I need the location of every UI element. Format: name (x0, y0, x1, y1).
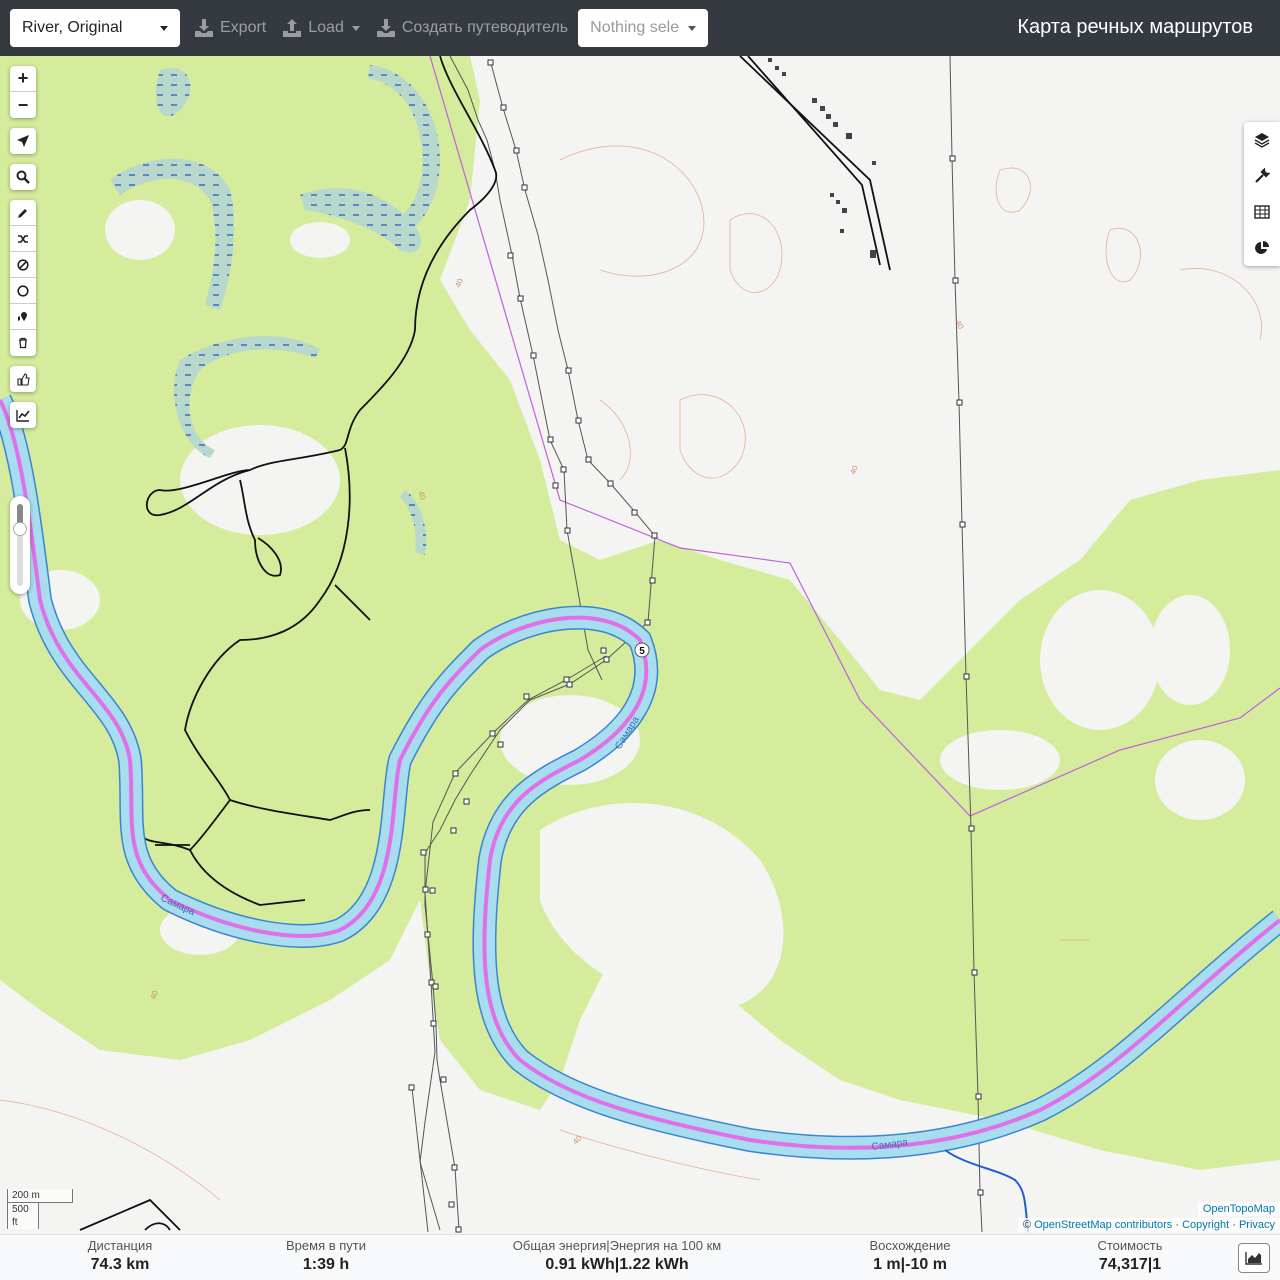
waypoint-number: 5 (639, 646, 645, 657)
download-icon (376, 19, 395, 37)
area-chart-icon (1245, 1252, 1262, 1265)
delete-route-button[interactable] (10, 330, 36, 356)
selection-dropdown[interactable]: Nothing sele (578, 9, 709, 47)
right-sidebar-tabs (1244, 122, 1280, 266)
export-button[interactable]: Export (186, 9, 274, 47)
circle-tool-button[interactable] (10, 278, 36, 304)
top-navbar: River, Original Export Load Создать путе… (0, 0, 1280, 56)
distance-label: Дистанция (87, 1238, 153, 1253)
energy-value: 0.91 kWh|1.22 kWh (545, 1256, 689, 1273)
settings-tab[interactable] (1244, 158, 1280, 194)
search-control (10, 164, 36, 190)
elevation-button[interactable] (10, 402, 36, 428)
ascent-value: 1 m|-10 m (873, 1256, 947, 1273)
reverse-route-button[interactable] (10, 226, 36, 252)
draw-route-button[interactable] (10, 200, 36, 226)
ban-icon (17, 258, 29, 271)
create-guide-label: Создать путеводитель (401, 19, 569, 36)
chevron-down-icon (688, 25, 697, 31)
energy-label: Общая энергия|Энергия на 100 км (512, 1238, 722, 1253)
chevron-down-icon (160, 25, 168, 31)
zoom-control: + − (10, 66, 36, 118)
copyright-link[interactable]: Copyright (1182, 1219, 1229, 1231)
locate-button[interactable] (10, 128, 36, 154)
map-tiles: Самара Самара Самара 40 40 40 40 40 40 5 (0, 56, 1280, 1234)
locate-control (10, 128, 36, 154)
poi-tool-button[interactable] (10, 304, 36, 330)
delete-point-button[interactable] (10, 252, 36, 278)
shuffle-icon (18, 234, 28, 243)
wrench-icon (1255, 168, 1270, 183)
route-stats-bar: Дистанция 74.3 km Время в пути 1:39 h Об… (0, 1234, 1280, 1280)
pie-chart-icon (1255, 241, 1269, 254)
create-guide-button[interactable]: Создать путеводитель (368, 9, 576, 47)
upload-icon (283, 19, 302, 37)
stats-tab[interactable] (1244, 230, 1280, 266)
load-button[interactable]: Load (274, 9, 368, 47)
circle-icon (17, 284, 29, 297)
layers-tab[interactable] (1244, 122, 1280, 158)
draw-toolbar (10, 200, 36, 356)
separator: · (1232, 1219, 1236, 1231)
table-tab[interactable] (1244, 194, 1280, 230)
time-label: Время в пути (286, 1238, 366, 1253)
table-icon (1254, 205, 1270, 219)
pencil-icon (18, 208, 27, 218)
waypoint-marker[interactable]: 5 (634, 642, 650, 658)
ascent-label: Восхождение (869, 1238, 951, 1253)
scale-bar: 200 m 500 ft (7, 1189, 73, 1229)
search-icon (16, 170, 30, 184)
cost-stat: Стоимость 74,317|1 (1070, 1238, 1190, 1276)
map-marker-icon (18, 311, 27, 321)
zoom-out-button[interactable]: − (10, 92, 36, 118)
selection-placeholder: Nothing sele (590, 19, 680, 36)
separator: · (1175, 1219, 1179, 1231)
profile-select[interactable]: River, Original (10, 9, 180, 47)
map-canvas[interactable]: Самара Самара Самара 40 40 40 40 40 40 5… (0, 56, 1280, 1234)
distance-stat: Дистанция 74.3 km (60, 1238, 180, 1276)
download-icon (195, 19, 213, 37)
cost-label: Стоимость (1097, 1238, 1163, 1253)
profile-select-value: River, Original (22, 19, 123, 36)
export-label: Export (220, 19, 267, 36)
feedback-button[interactable] (10, 366, 36, 392)
chevron-down-icon (351, 25, 360, 31)
attribution: © OpenStreetMap contributors · Copyright… (1017, 1218, 1280, 1232)
opacity-slider[interactable] (10, 496, 30, 594)
opentopomap-link[interactable]: OpenTopoMap (1203, 1203, 1275, 1215)
osm-link[interactable]: OpenStreetMap contributors (1034, 1219, 1172, 1231)
cost-value: 74,317|1 (1098, 1256, 1162, 1273)
thumbs-up-icon (16, 372, 30, 386)
layer-attribution: OpenTopoMap (1197, 1202, 1280, 1216)
slider-track (13, 504, 27, 586)
slider-handle[interactable] (13, 522, 27, 536)
energy-stat: Общая энергия|Энергия на 100 км 0.91 kWh… (497, 1238, 737, 1276)
elevation-control (10, 402, 36, 428)
distance-value: 74.3 km (90, 1256, 150, 1273)
thumbs-control (10, 366, 36, 392)
zoom-in-button[interactable]: + (10, 66, 36, 92)
elevation-profile-button[interactable] (1238, 1243, 1270, 1273)
search-button[interactable] (10, 164, 36, 190)
scale-imperial: 500 ft (7, 1202, 39, 1229)
time-stat: Время в пути 1:39 h (266, 1238, 386, 1276)
scale-metric: 200 m (7, 1189, 73, 1203)
layers-icon (1254, 133, 1270, 148)
copyright-symbol: © (1022, 1219, 1032, 1231)
load-label: Load (308, 19, 344, 36)
app-title: Карта речных маршрутов (1017, 16, 1253, 38)
line-chart-icon (16, 409, 30, 422)
time-value: 1:39 h (302, 1256, 350, 1273)
trash-icon (19, 337, 27, 349)
ascent-stat: Восхождение 1 m|-10 m (840, 1238, 980, 1276)
privacy-link[interactable]: Privacy (1239, 1219, 1275, 1231)
location-arrow-icon (17, 135, 29, 147)
